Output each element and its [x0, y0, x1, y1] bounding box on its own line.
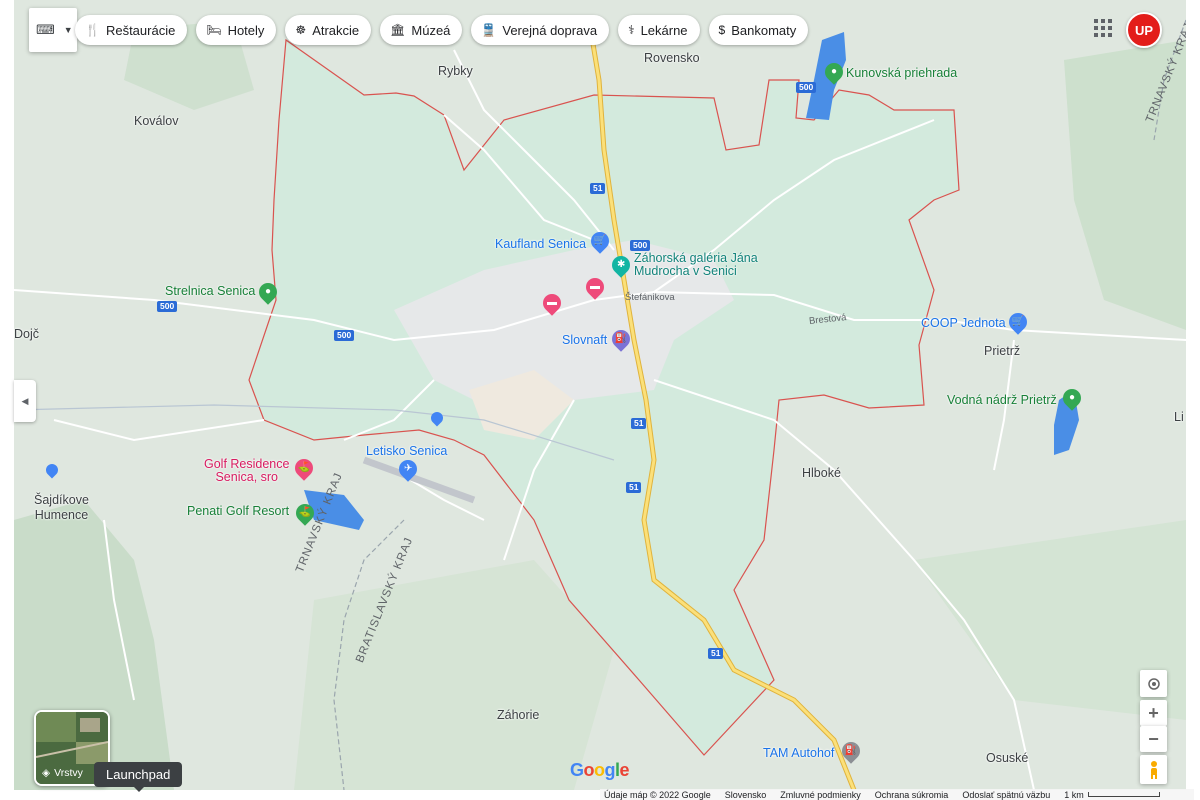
train-icon: 🚆	[481, 23, 497, 37]
chip-pharmacies[interactable]: ⚕ Lekárne	[618, 15, 700, 45]
scale-line	[1087, 792, 1160, 797]
place-dojc[interactable]: Dojč	[14, 327, 39, 341]
privacy-link[interactable]: Ochrana súkromia	[875, 790, 949, 800]
feedback-link[interactable]: Odoslať spätnú väzbu	[962, 790, 1050, 800]
place-prietrz[interactable]: Prietrž	[984, 344, 1020, 358]
street-stefanikova: Štefánikova	[625, 292, 675, 303]
scale-bar[interactable]: 1 km	[1064, 790, 1160, 800]
poi-coop[interactable]: COOP Jednota	[921, 316, 1006, 330]
chip-label: Reštaurácie	[105, 22, 176, 38]
country-link[interactable]: Slovensko	[725, 790, 767, 800]
place-hlboke[interactable]: Hlboké	[802, 466, 841, 480]
place-partial[interactable]: Li	[1174, 410, 1184, 424]
road-shield: 51	[626, 482, 642, 493]
place-osuske[interactable]: Osuské	[986, 751, 1028, 765]
road-shield: 500	[334, 330, 355, 341]
pharmacy-icon: ⚕	[628, 23, 635, 37]
zoom-out-button[interactable]: −	[1140, 726, 1167, 752]
fork-knife-icon: 🍴	[85, 23, 100, 37]
ferris-wheel-icon: ☸	[295, 23, 307, 37]
poi-golf-residence[interactable]: Golf Residence Senica, sro	[204, 458, 289, 484]
poi-vodna[interactable]: Vodná nádrž Prietrž	[947, 393, 1057, 407]
layers-label-group: ◈ Vrstvy	[42, 767, 83, 779]
road-shield: 500	[630, 240, 651, 251]
category-chips: 🍴 Reštaurácie 🛏 Hotely ☸ Atrakcie 🏛 Múzeá 🚆 V…	[75, 15, 809, 45]
dollar-icon: $	[718, 23, 726, 37]
museum-icon: 🏛	[390, 23, 406, 37]
map-footer: Údaje máp © 2022 Google Slovensko Zmluvn…	[600, 789, 1194, 800]
poi-letisko[interactable]: Letisko Senica	[366, 444, 447, 458]
poi-strelnica[interactable]: Strelnica Senica	[165, 284, 255, 298]
chip-museums[interactable]: 🏛 Múzeá	[380, 15, 463, 45]
chevron-down-icon[interactable]: ▼	[64, 25, 73, 35]
poi-slovnaft[interactable]: Slovnaft	[562, 333, 607, 347]
layers-label: Vrstvy	[54, 767, 83, 779]
scale-label: 1 km	[1064, 789, 1084, 800]
chip-restaurants[interactable]: 🍴 Reštaurácie	[75, 15, 188, 45]
chip-transit[interactable]: 🚆 Verejná doprava	[471, 15, 610, 45]
input-tools-button[interactable]: ⌨ ▼	[29, 8, 77, 52]
launchpad-tooltip: Launchpad	[94, 762, 183, 792]
map-canvas[interactable]: 500 500 500 500 51 51 51 51 Rybky Rovens…	[14, 0, 1186, 790]
account-avatar[interactable]: UP	[1126, 12, 1162, 48]
chip-label: Lekárne	[640, 22, 688, 38]
chip-label: Verejná doprava	[502, 22, 598, 38]
pegman-icon	[1150, 760, 1157, 779]
place-rovensko[interactable]: Rovensko	[644, 51, 700, 65]
map-data-attribution: Údaje máp © 2022 Google	[604, 789, 711, 800]
poi-kaufland[interactable]: Kaufland Senica	[495, 237, 586, 251]
chip-label: Múzeá	[411, 22, 451, 38]
chip-label: Hotely	[227, 22, 265, 38]
road-shield: 51	[631, 418, 647, 429]
my-location-icon	[1147, 677, 1160, 690]
poi-tam-autohof[interactable]: TAM Autohof	[763, 746, 834, 760]
road-shield: 51	[708, 648, 724, 659]
layers-icon: ◈	[42, 767, 51, 779]
poi-kunovska[interactable]: Kunovská priehrada	[846, 66, 957, 80]
road-shield: 500	[796, 82, 817, 93]
road-shield: 51	[590, 183, 606, 194]
chevron-left-icon: ◀	[21, 395, 29, 406]
chip-label: Bankomaty	[731, 22, 797, 38]
terms-link[interactable]: Zmluvné podmienky	[780, 790, 861, 800]
street-view-pegman[interactable]	[1140, 755, 1167, 784]
road-shield: 500	[157, 301, 178, 312]
poi-galeria[interactable]: Záhorská galéria Jána Mudrocha v Senici	[634, 252, 758, 278]
chip-attractions[interactable]: ☸ Atrakcie	[285, 15, 372, 45]
place-kovalov[interactable]: Koválov	[134, 114, 178, 128]
bed-icon: 🛏	[206, 23, 222, 37]
keyboard-icon: ⌨	[36, 22, 55, 37]
place-sajdikove-humence[interactable]: Šajdíkove Humence	[34, 493, 89, 523]
zoom-in-button[interactable]: +	[1140, 700, 1167, 726]
place-zahorie[interactable]: Záhorie	[497, 708, 539, 722]
google-logo: Google	[570, 760, 630, 780]
place-rybky[interactable]: Rybky	[438, 64, 473, 78]
poi-penati[interactable]: Penati Golf Resort	[187, 504, 289, 518]
chip-hotels[interactable]: 🛏 Hotely	[196, 15, 277, 45]
apps-grid-icon[interactable]	[1094, 19, 1112, 37]
collapse-side-panel-button[interactable]: ◀	[14, 380, 36, 422]
chip-atms[interactable]: $ Bankomaty	[708, 15, 809, 45]
chip-label: Atrakcie	[312, 22, 360, 38]
my-location-button[interactable]	[1140, 670, 1167, 697]
